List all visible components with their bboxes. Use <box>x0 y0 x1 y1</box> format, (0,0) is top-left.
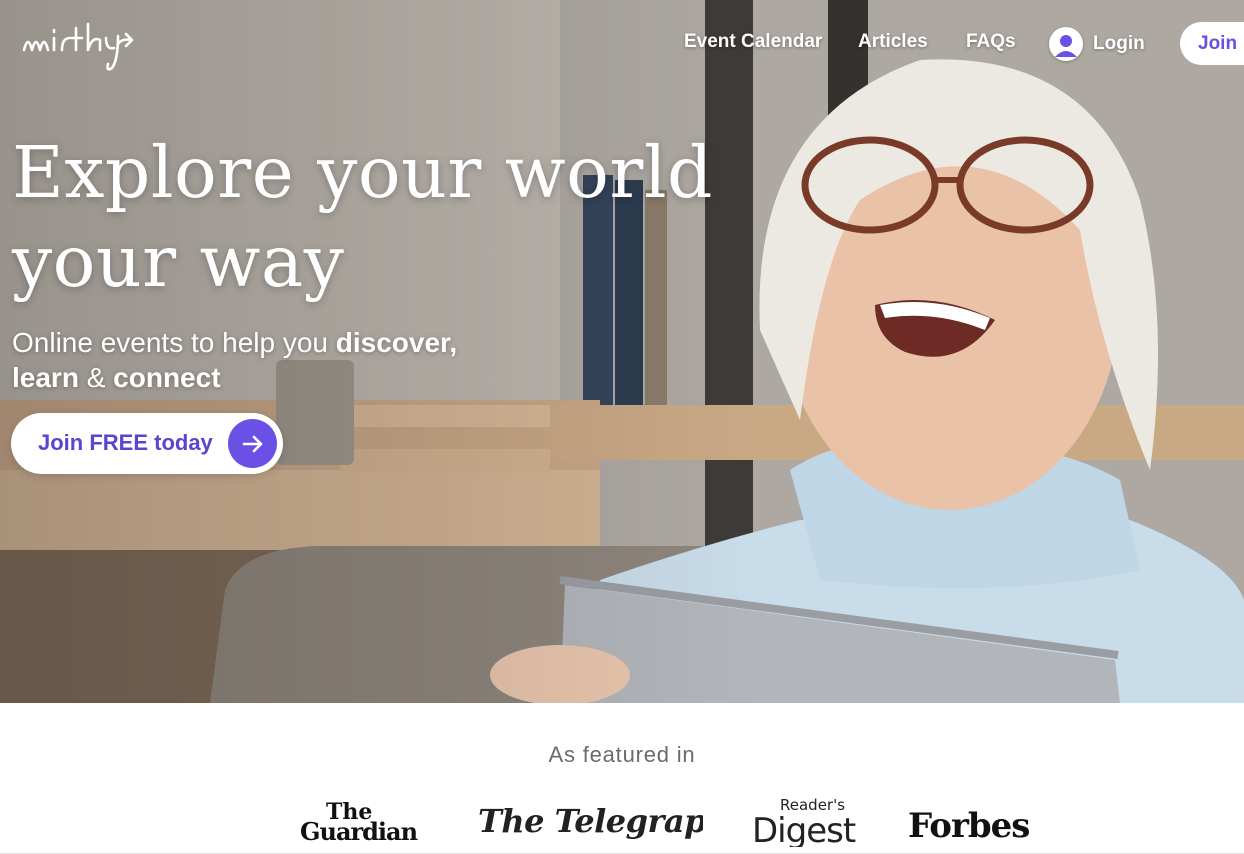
forbes-logo: Forbes <box>908 806 1030 843</box>
arrow-right-icon <box>228 419 277 468</box>
the-guardian-logo: The Guardian <box>300 799 419 843</box>
cta-label: Join FREE today <box>38 430 213 455</box>
hero-headline-line1: Explore your world <box>12 131 714 214</box>
the-telegraph-logo: The Telegraph <box>478 802 703 840</box>
subline-learn: learn <box>12 362 79 393</box>
user-avatar-icon <box>1049 27 1083 61</box>
top-navigation: Event Calendar Articles FAQs Login Join <box>0 22 1244 66</box>
subline-connect: connect <box>113 362 221 393</box>
featured-in-section: As featured in The Guardian The Telegrap… <box>0 703 1244 854</box>
hero-headline: Explore your world your way <box>12 128 772 306</box>
featured-in-title: As featured in <box>548 742 696 767</box>
nav-link-articles[interactable]: Articles <box>858 31 928 53</box>
hero-subheadline: Online events to help you discover, learn… <box>12 325 572 395</box>
join-free-today-button[interactable]: Join FREE today <box>11 413 283 474</box>
login-link[interactable]: Login <box>1049 25 1145 63</box>
guardian-name-text: Guardian <box>300 817 418 843</box>
hero-section: Event Calendar Articles FAQs Login Join … <box>0 0 1244 703</box>
nav-link-event-calendar[interactable]: Event Calendar <box>684 31 822 53</box>
login-label: Login <box>1093 33 1145 54</box>
hero-headline-line2: your way <box>12 220 345 303</box>
telegraph-text: The Telegraph <box>478 802 703 840</box>
readers-digest-logo: Reader's Digest <box>752 796 857 847</box>
nav-link-faqs[interactable]: FAQs <box>966 31 1016 53</box>
subline-discover: discover, <box>335 327 458 358</box>
join-button[interactable]: Join <box>1180 22 1244 65</box>
forbes-text: Forbes <box>908 806 1029 843</box>
subline-prefix: Online events to help you <box>12 327 336 358</box>
subline-ampersand: & <box>78 362 114 393</box>
digest-name-text: Digest <box>752 811 856 847</box>
